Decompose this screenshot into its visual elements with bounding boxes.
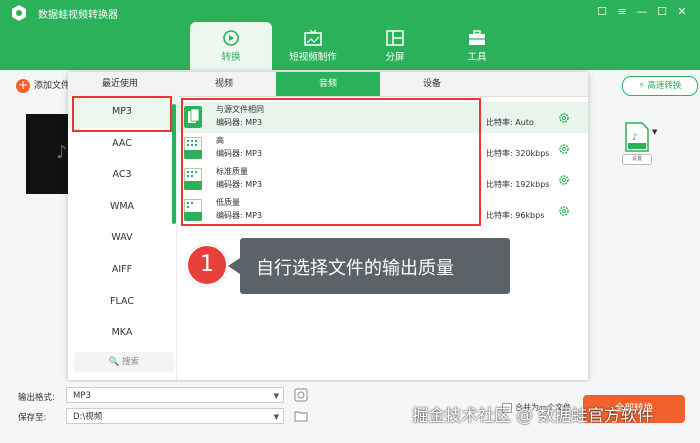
close-icon[interactable]: ✕ <box>672 4 692 20</box>
output-format-label: 输出格式: <box>18 393 55 403</box>
tab-audio[interactable]: 音频 <box>276 72 380 96</box>
tv-icon <box>304 30 322 46</box>
add-file-button[interactable]: + 添加文件 <box>16 78 70 93</box>
quality-highlight-box <box>181 98 481 226</box>
watermark-text: 掘金技术社区 @ 数据蛙官方软件 <box>412 406 654 425</box>
format-item-aac[interactable]: AAC <box>68 128 176 160</box>
tab-short-video[interactable]: 短视频制作 <box>272 22 354 70</box>
svg-text:♪: ♪ <box>632 133 638 143</box>
format-list: MP3 AAC AC3 WMA WAV AIFF FLAC MKA 🔍 搜索 <box>68 96 177 380</box>
chat-icon[interactable]: ☐ <box>592 4 612 20</box>
lightning-icon: ⚡ <box>638 81 645 91</box>
callout-text: 自行选择文件的输出质量 <box>256 258 454 279</box>
minimize-icon[interactable]: — <box>632 4 652 20</box>
output-format-select[interactable]: MP3 ▼ <box>66 387 284 403</box>
quality-bitrate: 比特率: Auto <box>486 118 534 127</box>
gear-icon[interactable] <box>558 205 570 217</box>
gear-icon[interactable] <box>558 143 570 155</box>
tab-tools[interactable]: 工具 <box>436 22 518 70</box>
add-file-label: 添加文件 <box>34 81 71 91</box>
quality-bitrate: 比特率: 320kbps <box>486 149 550 158</box>
format-item-flac[interactable]: FLAC <box>68 286 176 318</box>
save-to-label: 保存至: <box>18 413 47 423</box>
split-screen-icon <box>386 30 404 46</box>
tab-recent[interactable]: 最近使用 <box>68 72 172 96</box>
output-format-button[interactable]: ♪ ▼ 设置 <box>622 122 657 165</box>
search-button[interactable]: 🔍 搜索 <box>74 352 174 372</box>
maximize-icon[interactable]: ☐ <box>652 4 672 20</box>
tab-video[interactable]: 视频 <box>172 72 276 96</box>
folder-icon[interactable] <box>294 410 308 422</box>
tab-split-screen[interactable]: 分屏 <box>354 22 436 70</box>
tab-label: 短视频制作 <box>289 52 337 63</box>
tab-label: 工具 <box>467 52 487 63</box>
main-tabs: 转换 短视频制作 分屏 工具 <box>190 22 518 70</box>
quality-bitrate: 比特率: 96kbps <box>486 211 545 220</box>
high-speed-convert-button[interactable]: ⚡ 高速转换 <box>622 76 698 96</box>
callout-tooltip: 自行选择文件的输出质量 <box>228 238 510 294</box>
window-controls: ☐ ≡ — ☐ ✕ <box>592 4 692 20</box>
callout-pointer <box>228 258 240 274</box>
chevron-down-icon: ▼ <box>652 128 658 136</box>
format-settings-button[interactable]: 设置 <box>622 154 652 165</box>
chevron-down-icon: ▼ <box>273 392 279 400</box>
video-thumbnail[interactable]: ♪ <box>26 114 74 194</box>
output-format-value: MP3 <box>73 391 91 401</box>
format-item-mka[interactable]: MKA <box>68 317 176 349</box>
format-item-wma[interactable]: WMA <box>68 191 176 223</box>
music-note-icon: ♪ <box>56 142 68 163</box>
plus-icon: + <box>16 77 30 93</box>
tab-label: 转换 <box>221 52 241 63</box>
save-to-value: D:\视频 <box>73 412 103 422</box>
format-edit-icon[interactable] <box>294 388 308 402</box>
gear-icon[interactable] <box>558 112 570 124</box>
gear-icon[interactable] <box>558 174 570 186</box>
tab-device[interactable]: 设备 <box>380 72 484 96</box>
app-title: 数据蛙视频转换器 <box>38 10 118 21</box>
save-to-select[interactable]: D:\视频 ▼ <box>66 408 284 424</box>
menu-icon[interactable]: ≡ <box>612 4 632 20</box>
app-logo-icon <box>12 5 26 21</box>
popup-tabs: 最近使用 视频 音频 设备 <box>68 72 588 97</box>
search-label: 搜索 <box>122 357 140 367</box>
tab-convert[interactable]: 转换 <box>190 22 272 70</box>
format-item-wav[interactable]: WAV <box>68 222 176 254</box>
search-icon: 🔍 <box>108 357 120 367</box>
mp3-highlight-box <box>72 96 172 132</box>
high-speed-label: 高速转换 <box>647 81 682 91</box>
mp3-file-icon: ♪ <box>625 122 649 152</box>
toolbox-icon <box>469 30 485 45</box>
tab-label: 分屏 <box>385 52 405 63</box>
format-item-aiff[interactable]: AIFF <box>68 254 176 286</box>
step-number-badge: 1 <box>186 244 228 286</box>
quality-bitrate: 比特率: 192kbps <box>486 180 550 189</box>
title-bar: 数据蛙视频转换器 ☐ ≡ — ☐ ✕ 转换 短视频制作 分屏 工具 <box>0 0 700 70</box>
format-item-ac3[interactable]: AC3 <box>68 159 176 191</box>
chevron-down-icon: ▼ <box>273 413 279 421</box>
convert-icon <box>223 30 239 46</box>
